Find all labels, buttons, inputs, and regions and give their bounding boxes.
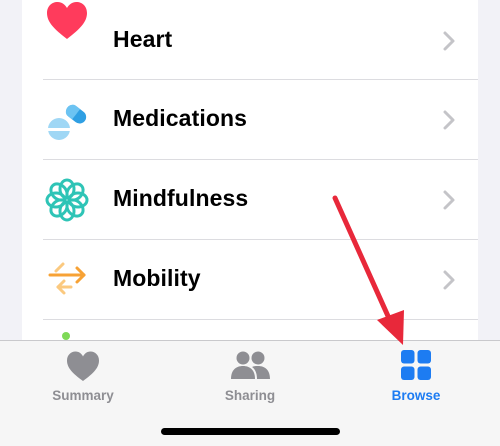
chevron-right-icon xyxy=(442,30,456,52)
category-label-mindfulness: Mindfulness xyxy=(113,185,249,211)
mindfulness-flower-icon xyxy=(44,178,90,222)
home-indicator xyxy=(161,428,340,435)
chevron-right-icon xyxy=(442,269,456,291)
tab-label-browse: Browse xyxy=(391,388,441,403)
category-row-partial[interactable] xyxy=(22,320,478,340)
tab-browse[interactable]: Browse xyxy=(336,341,496,413)
pills-icon xyxy=(44,98,90,142)
tab-label-sharing: Sharing xyxy=(224,388,276,403)
mobility-arrows-icon xyxy=(44,258,90,302)
chevron-right-icon xyxy=(442,189,456,211)
category-row-mindfulness[interactable]: Mindfulness xyxy=(22,160,478,240)
heart-icon xyxy=(44,0,90,43)
category-label-medications: Medications xyxy=(113,105,248,131)
heart-icon xyxy=(61,349,105,383)
chevron-right-icon xyxy=(442,109,456,131)
grid-icon xyxy=(394,349,438,383)
category-label-mobility: Mobility xyxy=(113,265,201,291)
category-row-heart[interactable]: Heart xyxy=(22,0,478,80)
people-icon xyxy=(228,349,272,383)
tab-sharing[interactable]: Sharing xyxy=(170,341,330,413)
tab-summary[interactable]: Summary xyxy=(3,341,163,413)
tab-label-summary: Summary xyxy=(52,388,114,403)
partial-category-icon xyxy=(62,332,70,340)
browse-categories-list: Heart Medications Mindfulness Mobility xyxy=(22,0,478,340)
category-row-medications[interactable]: Medications xyxy=(22,80,478,160)
category-label-heart: Heart xyxy=(113,26,173,52)
category-row-mobility[interactable]: Mobility xyxy=(22,240,478,320)
